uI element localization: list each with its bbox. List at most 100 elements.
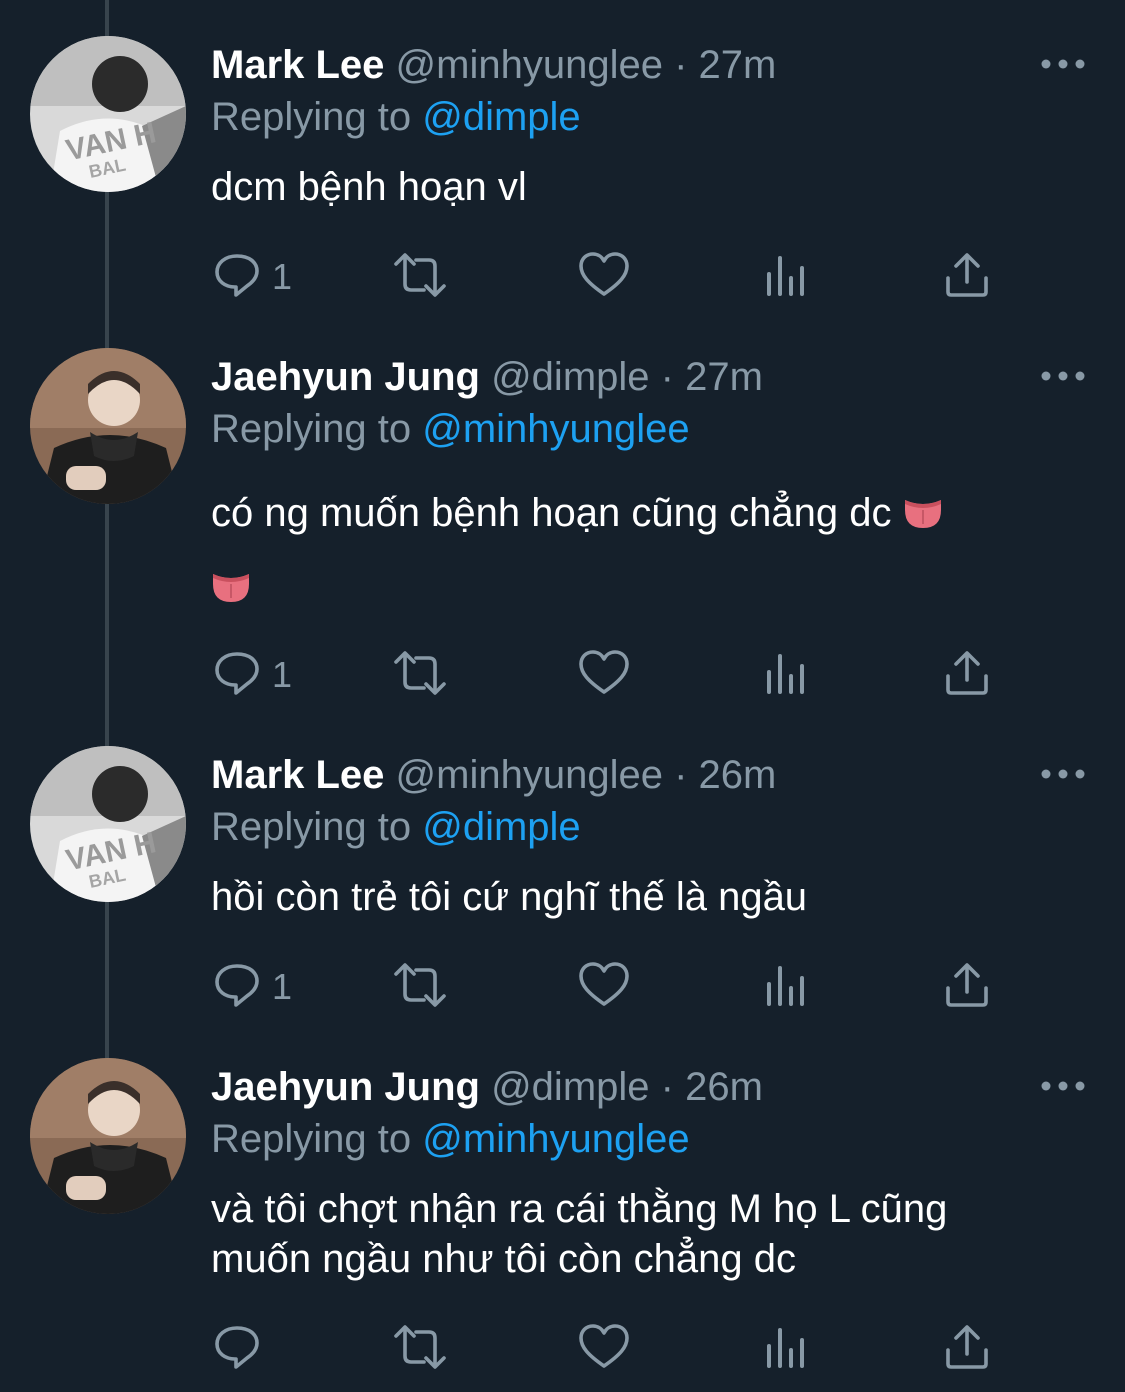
- tweet-text-content: dcm bệnh hoạn vl: [211, 165, 527, 209]
- share-icon: [946, 963, 988, 1007]
- tweet-text-content: hồi còn trẻ tôi cứ nghĩ thế là ngầu: [211, 875, 808, 919]
- display-name[interactable]: Jaehyun Jung: [211, 355, 480, 399]
- more-icon[interactable]: [1040, 1076, 1086, 1096]
- retweet-button[interactable]: [392, 960, 448, 1016]
- handle[interactable]: @minhyunglee: [396, 43, 663, 87]
- tweet-header: Jaehyun Jung @dimple · 26m: [211, 1064, 763, 1110]
- share-icon: [946, 651, 988, 695]
- share-button[interactable]: [944, 648, 990, 704]
- mention-link[interactable]: @dimple: [422, 95, 580, 139]
- more-icon[interactable]: [1040, 54, 1086, 74]
- retweet-icon: [394, 651, 446, 695]
- retweet-icon: [394, 1325, 446, 1369]
- tweet-text: và tôi chợt nhận ra cái thằng M họ L cũn…: [211, 1184, 1071, 1284]
- analytics-button[interactable]: [764, 960, 808, 1016]
- more-icon[interactable]: [1040, 764, 1086, 784]
- replying-to-label: Replying to: [211, 407, 423, 451]
- separator: ·: [660, 355, 674, 399]
- like-icon: [579, 252, 629, 296]
- like-icon: [579, 650, 629, 694]
- handle[interactable]: @dimple: [491, 355, 649, 399]
- analytics-icon: [767, 654, 804, 694]
- retweet-button[interactable]: [392, 250, 448, 306]
- reply-count: 1: [272, 256, 293, 297]
- like-button[interactable]: [578, 250, 630, 306]
- avatar[interactable]: VAN H BAL: [30, 36, 186, 192]
- analytics-button[interactable]: [764, 648, 808, 704]
- tweet-text: có ng muốn bệnh hoạn cũng chẳng dc: [211, 488, 1071, 538]
- replying-to-label: Replying to: [211, 1117, 423, 1161]
- share-icon: [946, 1325, 988, 1369]
- avatar[interactable]: VAN H BAL: [30, 746, 186, 902]
- analytics-button[interactable]: [764, 250, 808, 306]
- timestamp[interactable]: 26m: [685, 1065, 763, 1109]
- analytics-icon: [767, 966, 804, 1006]
- timestamp[interactable]: 27m: [699, 43, 777, 87]
- mention-link[interactable]: @minhyunglee: [422, 1117, 689, 1161]
- tweet-text-line: và tôi chợt nhận ra cái thằng M họ L cũn…: [211, 1187, 948, 1231]
- tweet[interactable]: VAN H BAL Mark Lee @minhyunglee · 26m Re…: [0, 746, 1125, 1026]
- share-button[interactable]: [944, 250, 990, 306]
- tongue-emoji: [211, 566, 251, 606]
- separator: ·: [660, 1065, 674, 1109]
- analytics-button[interactable]: [764, 1322, 808, 1378]
- reply-count: 1: [272, 966, 293, 1007]
- tweet[interactable]: VAN H BAL Mark Lee @minhyunglee · 27m Re…: [0, 36, 1125, 316]
- handle[interactable]: @minhyunglee: [396, 753, 663, 797]
- tweet[interactable]: Jaehyun Jung @dimple · 26m Replying to @…: [0, 1058, 1125, 1388]
- more-icon[interactable]: [1040, 366, 1086, 386]
- reply-button[interactable]: 1: [212, 648, 302, 704]
- reply-icon: [215, 1326, 259, 1369]
- display-name[interactable]: Jaehyun Jung: [211, 1065, 480, 1109]
- replying-to-label: Replying to: [211, 95, 423, 139]
- timestamp[interactable]: 27m: [685, 355, 763, 399]
- reply-button[interactable]: [212, 1322, 302, 1378]
- reply-button[interactable]: 1: [212, 960, 302, 1016]
- display-name[interactable]: Mark Lee: [211, 753, 384, 797]
- like-button[interactable]: [578, 1322, 630, 1378]
- replying-to: Replying to @dimple: [211, 94, 581, 140]
- timestamp[interactable]: 26m: [699, 753, 777, 797]
- tweet-text-content: có ng muốn bệnh hoạn cũng chẳng dc: [211, 491, 892, 535]
- separator: ·: [674, 43, 688, 87]
- mention-link[interactable]: @minhyunglee: [422, 407, 689, 451]
- reply-icon: [215, 652, 259, 695]
- replying-to: Replying to @minhyunglee: [211, 1116, 690, 1162]
- retweet-icon: [394, 963, 446, 1007]
- reply-count: 1: [272, 654, 293, 695]
- retweet-icon: [394, 253, 446, 297]
- like-icon: [579, 962, 629, 1006]
- analytics-icon: [767, 256, 804, 296]
- reply-icon: [215, 964, 259, 1007]
- tongue-emoji: [903, 492, 943, 532]
- reply-icon: [215, 254, 259, 297]
- like-icon: [579, 1324, 629, 1368]
- like-button[interactable]: [578, 960, 630, 1016]
- tweet-text-line: muốn ngầu như tôi còn chẳng dc: [211, 1237, 796, 1281]
- tweet[interactable]: Jaehyun Jung @dimple · 27m Replying to @…: [0, 348, 1125, 708]
- retweet-button[interactable]: [392, 648, 448, 704]
- share-icon: [946, 253, 988, 297]
- avatar[interactable]: [30, 1058, 186, 1214]
- tweet-header: Mark Lee @minhyunglee · 26m: [211, 752, 776, 798]
- avatar[interactable]: [30, 348, 186, 504]
- share-button[interactable]: [944, 960, 990, 1016]
- tweet-header: Mark Lee @minhyunglee · 27m: [211, 42, 776, 88]
- handle[interactable]: @dimple: [491, 1065, 649, 1109]
- tweet-actions: [0, 1322, 1125, 1378]
- replying-to: Replying to @minhyunglee: [211, 406, 690, 452]
- separator: ·: [674, 753, 688, 797]
- mention-link[interactable]: @dimple: [422, 805, 580, 849]
- tweet-actions: 1: [0, 648, 1125, 704]
- tweet-header: Jaehyun Jung @dimple · 27m: [211, 354, 763, 400]
- display-name[interactable]: Mark Lee: [211, 43, 384, 87]
- tweet-actions: 1: [0, 960, 1125, 1016]
- tweet-text: hồi còn trẻ tôi cứ nghĩ thế là ngầu: [211, 872, 1071, 922]
- like-button[interactable]: [578, 648, 630, 704]
- tweet-text: dcm bệnh hoạn vl: [211, 162, 1071, 212]
- tweet-actions: 1: [0, 250, 1125, 306]
- reply-button[interactable]: 1: [212, 250, 302, 306]
- replying-to: Replying to @dimple: [211, 804, 581, 850]
- retweet-button[interactable]: [392, 1322, 448, 1378]
- share-button[interactable]: [944, 1322, 990, 1378]
